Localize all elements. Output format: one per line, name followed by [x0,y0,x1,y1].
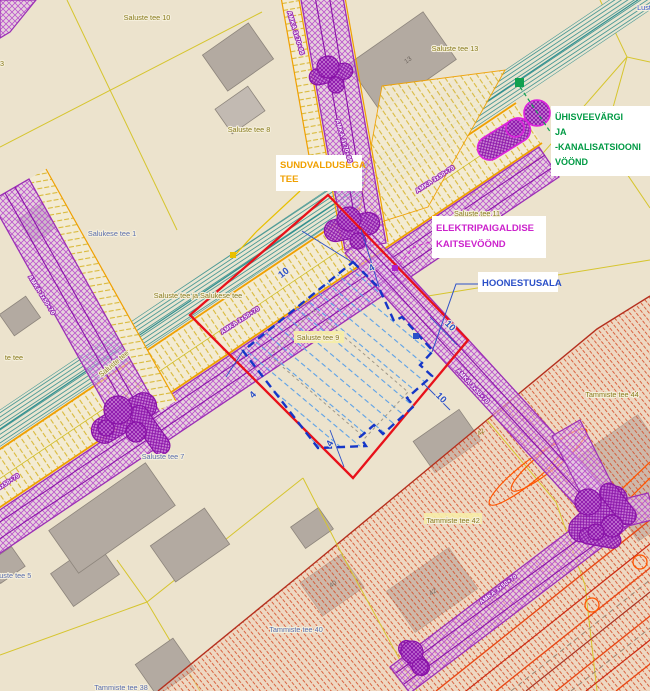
parcel-label-saluste-11: Saluste tee 11 [454,209,500,218]
callout-sundvaldusega-line2: TEE [280,174,298,185]
cable-point-marker [392,265,398,271]
parcel-label-junction: Saluste tee ja Salukese tee [154,291,242,300]
callout-uhisveevark-line1: ÜHISVEEVÄRGI [555,112,623,122]
callout-elekter-line2: KAITSEVÖÖND [436,239,506,250]
parcel-label-saluste-9: Saluste tee 9 [297,333,340,342]
parcel-label-tammiste-42: Tammiste tee 42 [426,516,480,525]
parcel-label-tammiste-38: Tammiste tee 38 [94,683,148,691]
callout-uhisveevark-line4: VÖÖND [555,157,589,167]
parcel-label-saluste-7: Saluste tee 7 [142,452,185,461]
detail-plan-map: SUNDVALDUSEGA TEE ÜHISVEEVÄRGI JA -KANAL… [0,0,650,691]
callout-elektripaigaldise: ELEKTRIPAIGALDISE KAITSEVÖÖND [432,216,546,258]
parcel-label-left-partial: 3 [0,59,4,68]
callout-elekter-line1: ELEKTRIPAIGALDISE [436,223,534,234]
parcel-label-saluste-10: Saluste tee 10 [124,13,171,22]
parcel-label-tammiste-44: Tammiste tee 44 [585,390,639,399]
water-point-marker [515,78,524,87]
parcel-label-saluste-8: Saluste tee 8 [228,125,271,134]
callout-uhisveevark-line3: -KANALISATSIOONI [555,142,641,152]
callout-hoonestusala-label: HOONESTUSALA [482,278,562,289]
parcel-label-saluste-5: Saluste tee 5 [0,571,31,580]
parcel-label-corner: Lust [637,3,650,12]
road-name-partial: te tee [5,353,23,362]
callout-uhisveevark-line2: JA [555,127,567,137]
parcel-label-salukese-1: Salukese tee 1 [88,229,136,238]
blue-point-marker [413,333,419,339]
callout-uhisveevark: ÜHISVEEVÄRGI JA -KANALISATSIOONI VÖÖND [551,106,650,176]
parcel-label-saluste-13: Saluste tee 13 [432,44,479,53]
parcel-label-tammiste-40: Tammiste tee 40 [269,625,323,634]
callout-hoonestusala: HOONESTUSALA [478,272,562,292]
map-canvas: SUNDVALDUSEGA TEE ÜHISVEEVÄRGI JA -KANAL… [0,0,650,691]
